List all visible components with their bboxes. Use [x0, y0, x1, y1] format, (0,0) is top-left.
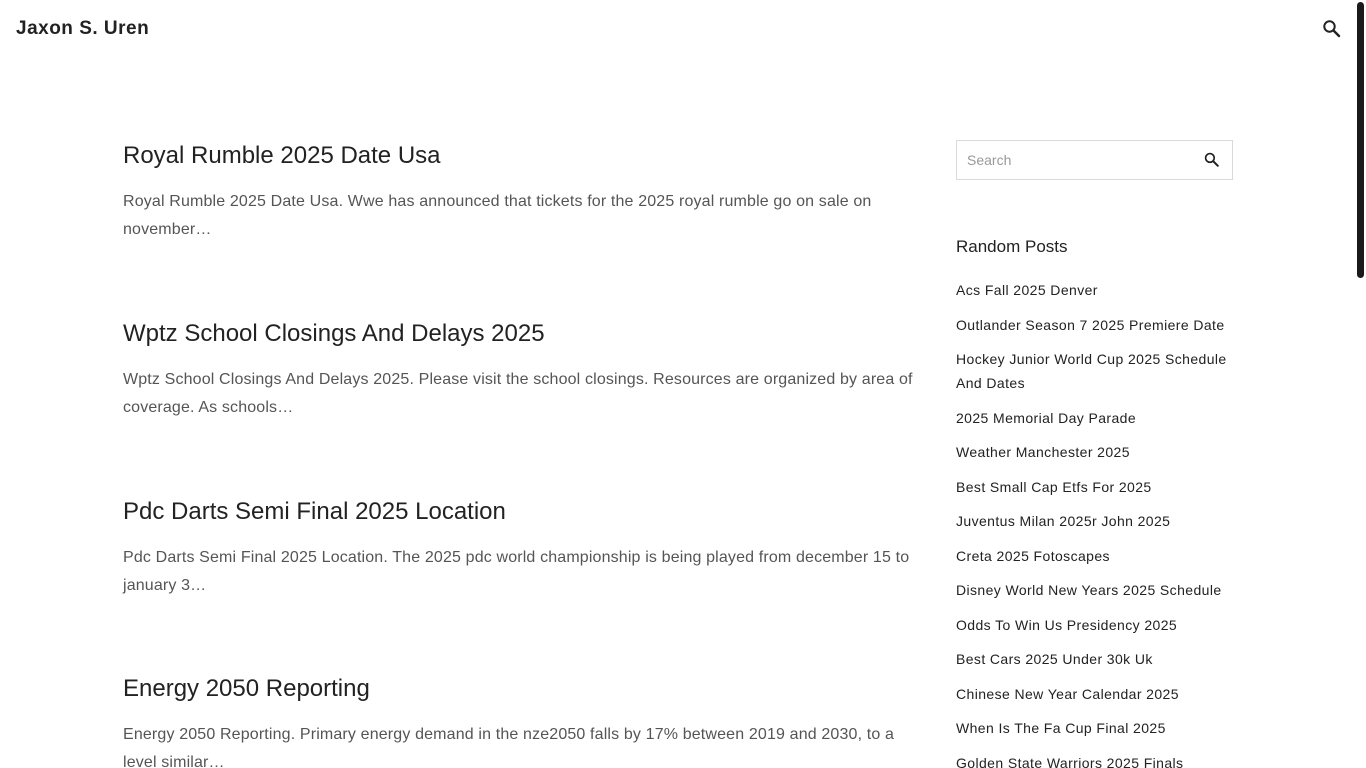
post-title-link[interactable]: Pdc Darts Semi Final 2025 Location: [123, 496, 918, 527]
site-title-link[interactable]: Jaxon S. Uren: [16, 18, 149, 40]
site-header: Jaxon S. Uren: [0, 0, 1366, 60]
post-excerpt: Wptz School Closings And Delays 2025. Pl…: [123, 371, 913, 416]
search-icon[interactable]: [1320, 17, 1344, 41]
post-title-link[interactable]: Wptz School Closings And Delays 2025: [123, 318, 918, 349]
random-posts-list: Acs Fall 2025 Denver Outlander Season 7 …: [956, 278, 1233, 768]
random-post-link[interactable]: Disney World New Years 2025 Schedule: [956, 578, 1233, 602]
post-item: Wptz School Closings And Delays 2025 Wpt…: [123, 318, 918, 422]
random-post-link[interactable]: Acs Fall 2025 Denver: [956, 278, 1233, 302]
post-item: Pdc Darts Semi Final 2025 Location Pdc D…: [123, 496, 918, 600]
post-excerpt: Pdc Darts Semi Final 2025 Location. The …: [123, 549, 910, 594]
random-post-link[interactable]: Best Small Cap Etfs For 2025: [956, 475, 1233, 499]
sidebar-search-box: [956, 140, 1233, 180]
post-excerpt: Royal Rumble 2025 Date Usa. Wwe has anno…: [123, 193, 872, 238]
sidebar-search-button[interactable]: [1202, 150, 1222, 170]
random-post-link[interactable]: Hockey Junior World Cup 2025 Schedule An…: [956, 347, 1233, 395]
random-post-link[interactable]: Weather Manchester 2025: [956, 440, 1233, 464]
post-title-link[interactable]: Royal Rumble 2025 Date Usa: [123, 140, 918, 171]
random-post-link[interactable]: Juventus Milan 2025r John 2025: [956, 509, 1233, 533]
random-post-link[interactable]: Chinese New Year Calendar 2025: [956, 682, 1233, 706]
random-posts-heading: Random Posts: [956, 237, 1068, 256]
scrollbar-thumb[interactable]: [1357, 2, 1364, 278]
random-post-link[interactable]: Odds To Win Us Presidency 2025: [956, 613, 1233, 637]
search-icon: [1204, 152, 1219, 167]
post-excerpt: Energy 2050 Reporting. Primary energy de…: [123, 726, 895, 768]
random-post-link[interactable]: When Is The Fa Cup Final 2025: [956, 716, 1233, 740]
random-post-link[interactable]: 2025 Memorial Day Parade: [956, 406, 1233, 430]
post-item: Royal Rumble 2025 Date Usa Royal Rumble …: [123, 140, 918, 244]
random-post-link[interactable]: Golden State Warriors 2025 Finals: [956, 751, 1233, 768]
random-post-link[interactable]: Best Cars 2025 Under 30k Uk: [956, 647, 1233, 671]
sidebar-search-input[interactable]: [957, 141, 1192, 179]
page: Jaxon S. Uren Royal Rumble 2025 Date Usa…: [0, 0, 1366, 768]
random-post-link[interactable]: Outlander Season 7 2025 Premiere Date: [956, 313, 1233, 337]
sidebar: Random Posts Acs Fall 2025 Denver Outlan…: [956, 140, 1233, 768]
random-post-link[interactable]: Creta 2025 Fotoscapes: [956, 544, 1233, 568]
post-title-link[interactable]: Energy 2050 Reporting: [123, 673, 918, 704]
post-item: Energy 2050 Reporting Energy 2050 Report…: [123, 673, 918, 768]
